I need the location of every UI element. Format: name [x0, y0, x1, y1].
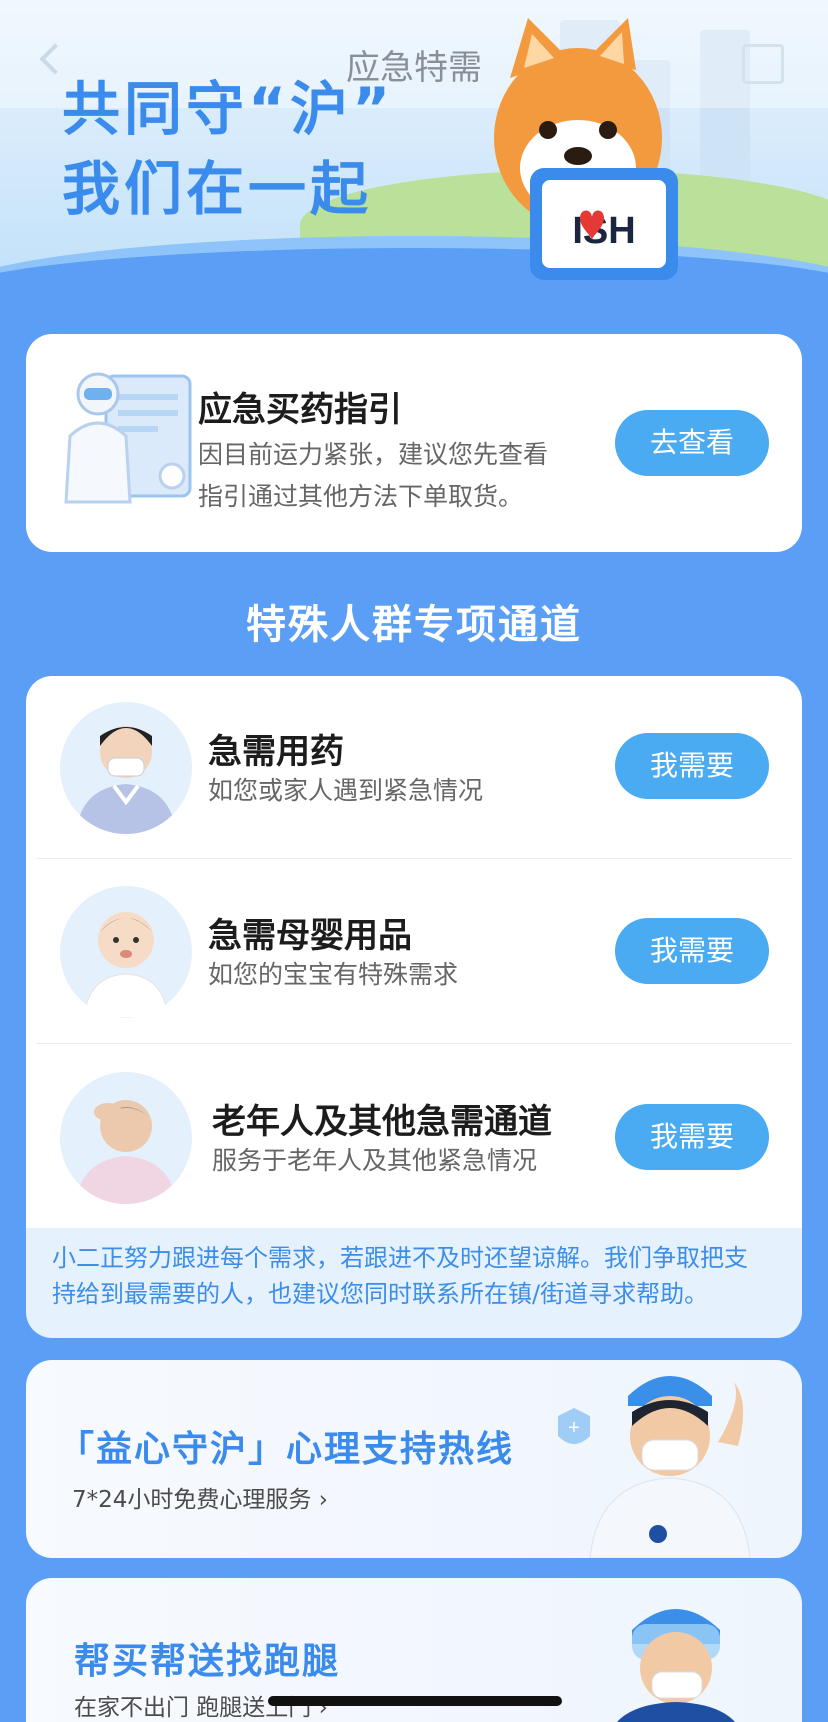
home-indicator: [268, 1696, 562, 1706]
hotline-title: 「益心守沪」心理支持热线: [58, 1429, 515, 1470]
hotline-subtitle-link[interactable]: 7*24小时免费心理服务 ›: [72, 1480, 328, 1514]
item-desc: 如您或家人遇到紧急情况: [208, 776, 484, 805]
courier-illustration: [617, 1609, 735, 1722]
slogan-line2: 我们在一起: [62, 155, 373, 223]
divider: [36, 858, 792, 859]
guide-title: 应急买药指引: [198, 390, 402, 430]
need-button-baby[interactable]: 我需要: [615, 918, 769, 984]
need-button-medicine[interactable]: 我需要: [615, 733, 769, 799]
divider: [36, 1043, 792, 1044]
notice-line1: 小二正努力跟进每个需求，若跟进不及时还望谅解。我们争取把支: [52, 1244, 748, 1272]
notice-text: 小二正努力跟进每个需求，若跟进不及时还望谅解。我们争取把支 持给到最需要的人，也…: [52, 1240, 792, 1312]
item-title: 急需母婴用品: [208, 916, 412, 956]
item-title: 老年人及其他急需通道: [212, 1102, 552, 1142]
svg-text:+: +: [568, 1417, 580, 1439]
guide-desc-line1: 因目前运力紧张，建议您先查看: [198, 440, 549, 469]
psychological-hotline-card[interactable]: 「益心守沪」心理支持热线 7*24小时免费心理服务 › +: [26, 1360, 802, 1558]
share-icon[interactable]: [742, 44, 784, 84]
notice-banner: 小二正努力跟进每个需求，若跟进不及时还望谅解。我们争取把支 持给到最需要的人，也…: [26, 1228, 802, 1338]
doctor-protective-suit-illustration: [64, 372, 192, 504]
errand-title: 帮买帮送找跑腿: [74, 1641, 341, 1682]
need-button-elderly[interactable]: 我需要: [615, 1104, 769, 1170]
guide-desc-line2: 指引通过其他方法下单取货。: [198, 482, 524, 511]
notice-line2: 持给到最需要的人，也建议您同时联系所在镇/街道寻求帮助。: [52, 1280, 709, 1308]
view-guide-button[interactable]: 去查看: [615, 410, 769, 476]
avatar-elderly-man: [60, 1072, 192, 1204]
avatar-man-with-mask: [60, 702, 192, 834]
avatar-baby: [60, 886, 192, 1018]
item-desc: 如您的宝宝有特殊需求: [208, 960, 459, 989]
hero-banner: 共同守“沪” 我们在一起 ISH 应急特需: [0, 0, 828, 300]
special-groups-card: 急需用药 如您或家人遇到紧急情况 我需要 急需母婴用品 如您的宝宝有特殊需求 我…: [26, 676, 802, 1256]
medicine-guide-card: 应急买药指引 因目前运力紧张，建议您先查看 指引通过其他方法下单取货。 去查看: [26, 334, 802, 552]
page-title: 应急特需: [346, 48, 482, 88]
special-section-title: 特殊人群专项通道: [246, 602, 582, 648]
item-desc: 服务于老年人及其他紧急情况: [212, 1146, 538, 1175]
item-title: 急需用药: [208, 732, 344, 772]
masked-person-illustration: +: [558, 1376, 751, 1558]
